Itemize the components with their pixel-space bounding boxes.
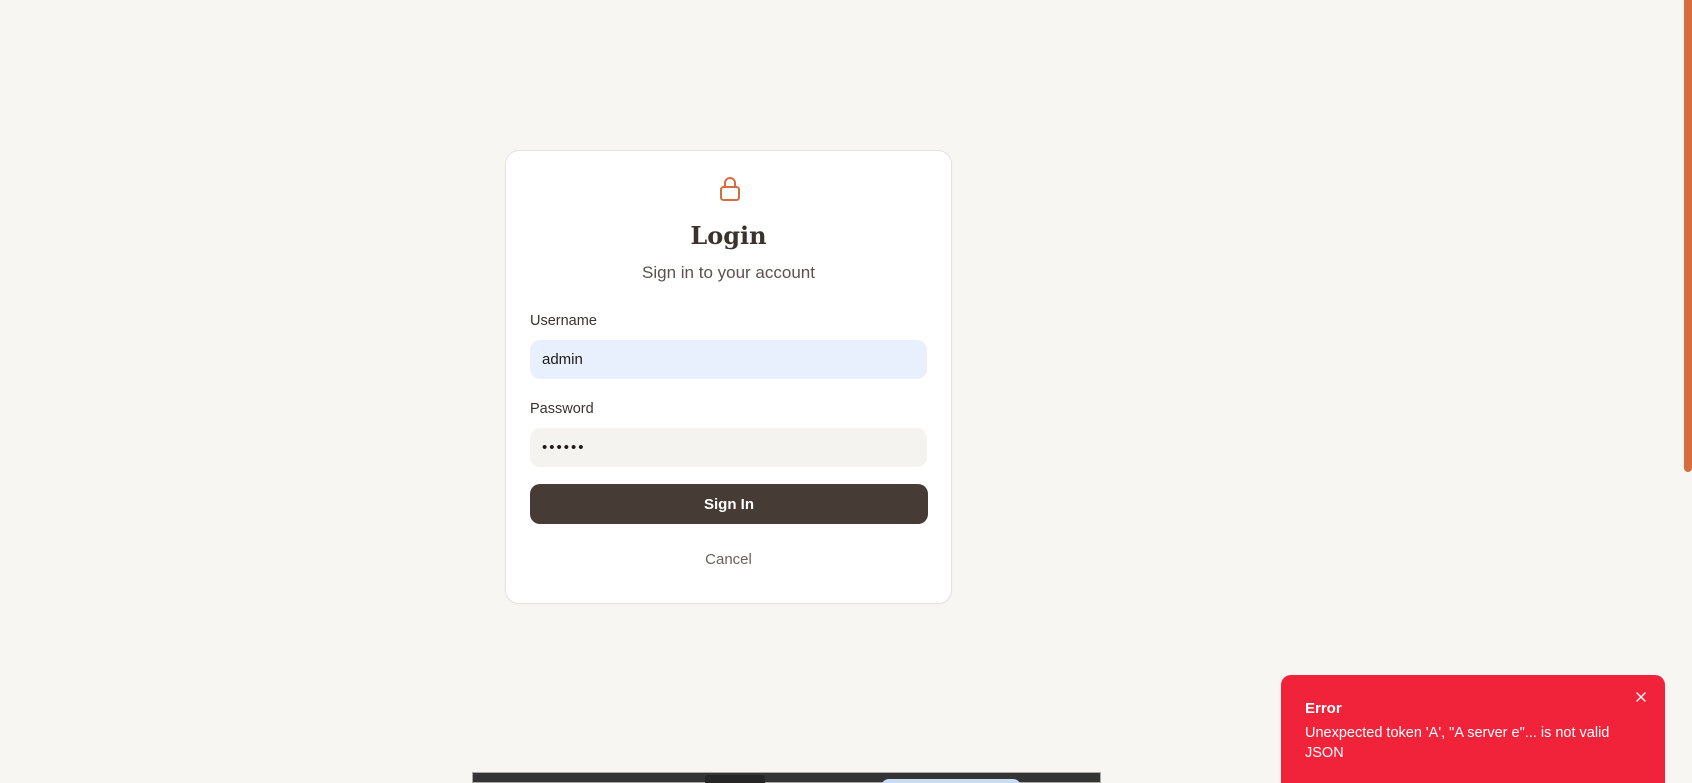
password-label: Password [530,401,594,417]
page-title: Login [690,221,767,250]
error-toast: Error Unexpected token 'A', "A server e"… [1281,675,1665,783]
cancel-button[interactable]: Cancel [506,551,951,568]
username-label: Username [530,313,597,329]
bottom-panel-pill[interactable] [881,779,1021,783]
toast-message: Unexpected token 'A', "A server e"... is… [1305,725,1610,761]
sign-in-button[interactable]: Sign In [530,484,928,524]
scrollbar-track[interactable] [1684,0,1692,783]
username-input[interactable] [530,340,927,379]
page-subtitle: Sign in to your account [642,263,815,282]
toast-title: Error [1305,700,1342,717]
login-card: Login Sign in to your account Username P… [505,150,952,604]
password-input[interactable] [530,428,927,467]
bottom-panel-tab [705,775,765,783]
scrollbar-thumb[interactable] [1684,0,1692,472]
bottom-panel [472,772,1101,783]
page: Login Sign in to your account Username P… [0,0,1692,783]
close-icon[interactable] [1631,687,1651,707]
lock-icon [720,177,740,201]
